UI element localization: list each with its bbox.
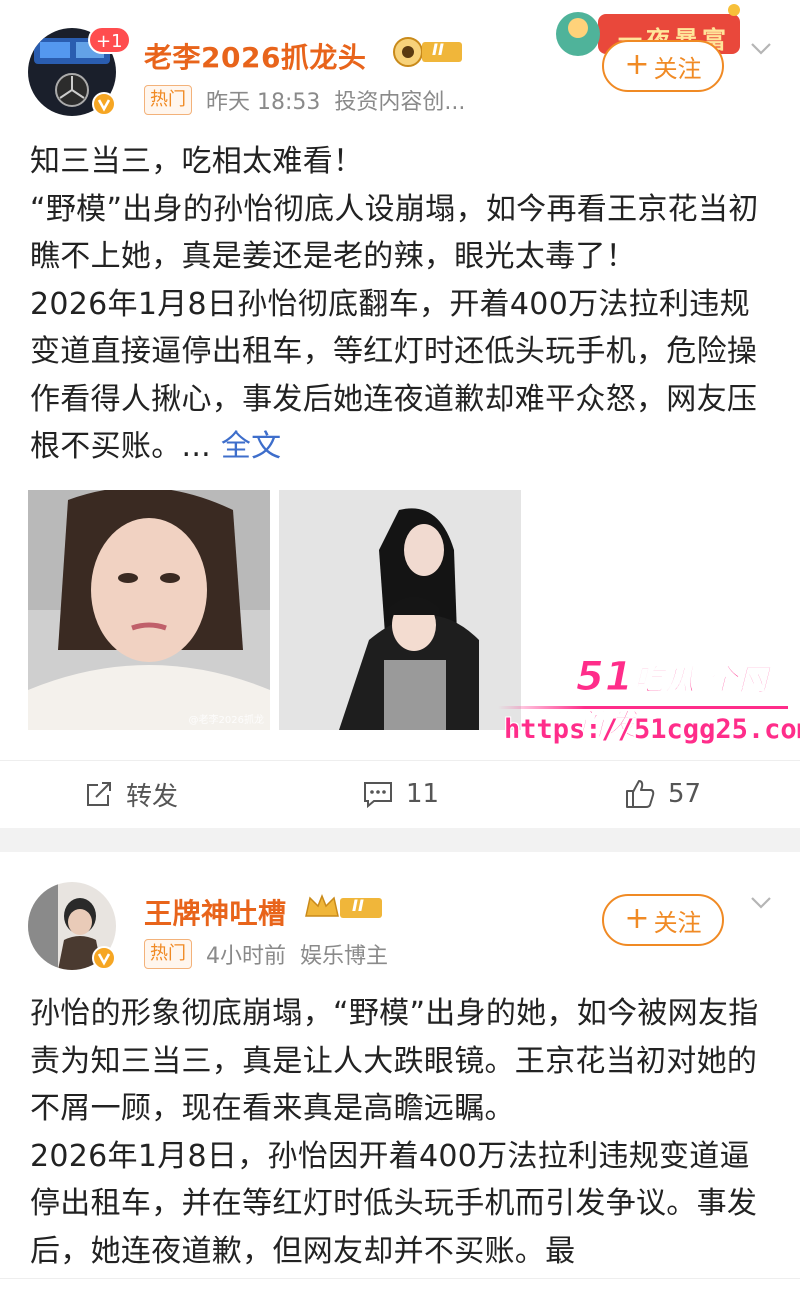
verified-icon — [92, 92, 116, 116]
post-paragraph: 知三当三，吃相太难看！ — [30, 144, 364, 179]
post-paragraph: 孙怡的形象彻底崩塌，“野模”出身的她，如今被网友指责为知三当三，真是让人大跌眼镜… — [30, 996, 759, 1126]
follow-button[interactable]: + 关注 — [602, 40, 724, 92]
site-watermark: 51吃瓜 全网首发 https://51cgg25.com — [498, 654, 800, 754]
plus-icon: + — [624, 46, 650, 82]
follow-label: 关注 — [653, 54, 702, 83]
level-badge-label: II — [352, 896, 364, 915]
verified-icon — [92, 946, 116, 970]
post-meta: 热门 昨天 18:53 投资内容创... — [144, 84, 465, 116]
post-text: 孙怡的形象彻底崩塌，“野模”出身的她，如今被网友指责为知三当三，真是让人大跌眼镜… — [30, 990, 772, 1294]
repost-label: 转发 — [126, 781, 179, 812]
bottom-toolbar-edge — [0, 1278, 800, 1295]
watermark-line — [498, 706, 788, 709]
feed-divider — [0, 828, 800, 852]
comment-icon — [364, 782, 392, 809]
post-time: 昨天 18:53 — [206, 90, 321, 115]
weibo-post: 王牌神吐槽 II 热门 4小时前 娱乐博主 + 关注 孙怡的形象彻底崩塌，“野模… — [0, 852, 800, 1294]
plus-icon: + — [624, 900, 650, 936]
author-name[interactable]: 王牌神吐槽 — [144, 892, 287, 932]
author-name[interactable]: 老李2026抓龙头 — [144, 36, 366, 76]
notification-badge: +1 — [88, 26, 131, 54]
post-meta: 热门 4小时前 娱乐博主 — [144, 938, 388, 970]
hot-tag: 热门 — [144, 939, 192, 969]
post-actions: 转发 11 57 — [0, 760, 800, 827]
repost-icon — [87, 782, 111, 806]
post-image-couple[interactable] — [279, 490, 521, 730]
post-paragraph: “野模”出身的孙怡彻底人设崩塌，如今再看王京花当初瞧不上她，真是姜还是老的辣，眼… — [30, 191, 759, 275]
image-watermark: @老李2026抓龙 — [188, 715, 264, 726]
like-count: 57 — [668, 779, 702, 809]
author-name-text: 老李2026抓龙头 — [144, 41, 367, 74]
full-text-link[interactable]: 全文 — [221, 429, 282, 464]
watermark-url: https://51cgg25.com — [504, 714, 800, 745]
chevron-down-icon[interactable] — [750, 42, 772, 56]
follow-button[interactable]: + 关注 — [602, 894, 724, 946]
post-text: 知三当三，吃相太难看！ “野模”出身的孙怡彻底人设崩塌，如今再看王京花当初瞧不上… — [30, 138, 772, 471]
repost-button[interactable]: 转发 — [84, 761, 178, 827]
level-badge-label: II — [432, 40, 444, 59]
level-badge: II — [392, 36, 468, 68]
level-badge: II — [304, 892, 386, 924]
author-name-text: 王牌神吐槽 — [144, 897, 287, 930]
post-paragraph: 2026年1月8日，孙怡因开着400万法拉利违规变道逼停出租车，并在等红灯时低头… — [30, 1138, 758, 1269]
hot-tag: 热门 — [144, 85, 192, 115]
comment-button[interactable]: 11 — [362, 761, 439, 827]
watermark-brand-number: 51 — [576, 654, 634, 701]
post-image-crying-woman[interactable]: @老李2026抓龙 — [28, 490, 270, 730]
comment-count: 11 — [406, 779, 440, 809]
follow-label: 关注 — [653, 908, 702, 937]
author-category: 投资内容创... — [334, 90, 466, 115]
post-time: 4小时前 — [206, 944, 286, 969]
chevron-down-icon[interactable] — [750, 896, 772, 910]
post-paragraph: 2026年1月8日孙怡彻底翻车，开着400万法拉利违规变道直接逼停出租车，等红灯… — [30, 286, 758, 465]
like-icon — [626, 780, 655, 808]
like-button[interactable]: 57 — [624, 761, 701, 827]
author-category: 娱乐博主 — [300, 944, 389, 969]
